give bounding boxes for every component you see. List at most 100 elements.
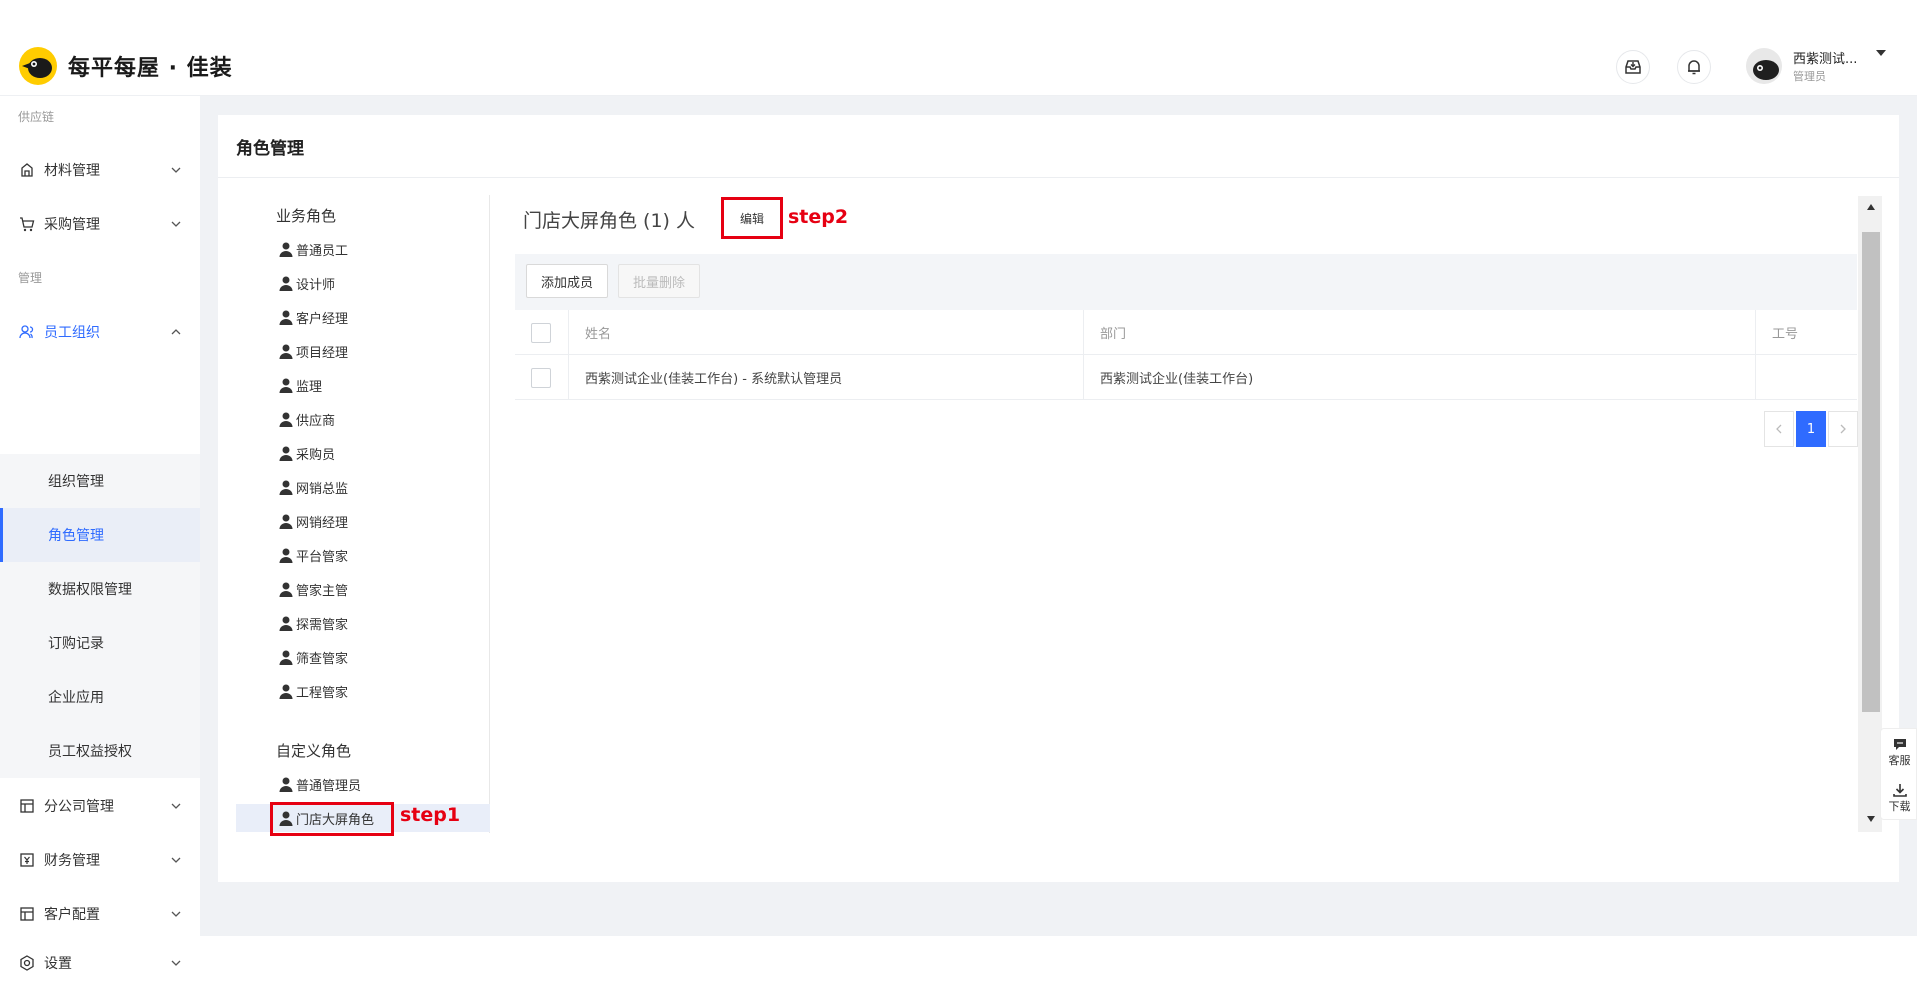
table-header-row: 姓名 部门 工号 [515,310,1857,355]
inbox-icon [1625,60,1641,74]
role-item[interactable]: 采购员 [236,439,490,467]
title-divider [218,177,1899,178]
user-icon [279,378,293,393]
submenu-item-orders[interactable]: 订购记录 [0,616,200,670]
user-icon [279,480,293,495]
chevron-down-icon [171,911,181,917]
submenu-item-benefits[interactable]: 员工权益授权 [0,724,200,778]
top-header: 每平每屋 · 佳装 西紫测试... 管理员 [0,0,1917,96]
role-item[interactable]: 管家主管 [236,575,490,603]
user-icon [279,650,293,665]
role-item[interactable]: 普通管理员 [236,770,490,798]
role-item[interactable]: 网销总监 [236,473,490,501]
sidebar-item-finance[interactable]: 财务管理 [0,834,200,886]
chevron-up-icon [171,329,181,335]
step1-label: step1 [400,804,461,826]
brand-bird-icon [19,47,57,85]
sidebar-group-supply: 供应链 [18,110,55,124]
user-icon [279,344,293,359]
user-icon [279,777,293,792]
role-item[interactable]: 探需管家 [236,609,490,637]
role-item[interactable]: 工程管家 [236,677,490,705]
user-avatar[interactable] [1746,48,1782,84]
role-label: 供应商 [296,413,336,429]
member-table: 姓名 部门 工号 西紫测试企业(佳装工作台) - 系统默认管理员 西紫测试企业(… [515,310,1857,400]
user-icon [279,412,293,427]
layout-icon [18,905,36,923]
sidebar-item-settings[interactable]: 设置 [0,942,200,984]
sidebar-group-manage: 管理 [18,271,43,285]
step1-highlight-box [270,802,394,836]
download-label: 下载 [1888,800,1911,813]
role-item[interactable]: 网销经理 [236,507,490,535]
sidebar-item-branch[interactable]: 分公司管理 [0,780,200,832]
batch-delete-button[interactable]: 批量删除 [618,264,700,298]
user-icon [279,276,293,291]
role-label: 采购员 [296,447,336,463]
chat-bubble-icon [1893,739,1906,750]
user-icon [279,242,293,257]
role-item[interactable]: 普通员工 [236,235,490,263]
download-icon [1892,784,1907,797]
role-item[interactable]: 筛查管家 [236,643,490,671]
sidebar-item-customer[interactable]: 客户配置 [0,888,200,940]
role-item[interactable]: 平台管家 [236,541,490,569]
branch-icon [18,797,36,815]
row-checkbox[interactable] [531,355,551,400]
role-label: 管家主管 [296,583,349,599]
sidebar-item-purchase[interactable]: 采购管理 [0,198,200,250]
user-name[interactable]: 西紫测试... [1793,48,1857,67]
bell-icon [1688,60,1700,75]
column-header-id: 工号 [1772,327,1799,342]
role-label: 筛查管家 [296,651,349,667]
gear-icon [18,954,36,972]
sidebar-item-label: 客户配置 [44,907,100,923]
content-scrollbar-thumb[interactable] [1862,232,1880,712]
role-item[interactable]: 供应商 [236,405,490,433]
notification-button[interactable] [1677,50,1711,84]
submenu-item-apps[interactable]: 企业应用 [0,670,200,724]
select-all-checkbox[interactable] [531,310,551,355]
user-icon [279,514,293,529]
role-label: 设计师 [296,277,336,293]
role-item[interactable]: 项目经理 [236,337,490,365]
step2-label: step2 [788,206,849,228]
sidebar-item-label: 财务管理 [44,853,100,869]
sidebar-item-label: 材料管理 [44,163,100,179]
role-label: 网销总监 [296,481,349,497]
sidebar: 供应链 材料管理 采购管理 管理 员工组织 组织管理 角色管理 数据权限管理 订… [0,96,200,972]
submenu-item-roles[interactable]: 角色管理 [0,508,200,562]
scroll-down-arrow-icon[interactable] [1862,810,1880,828]
role-label: 客户经理 [296,311,349,327]
sidebar-item-staff-org[interactable]: 员工组织 [0,306,200,358]
download-button[interactable]: 下载 [1881,775,1917,821]
chevron-down-icon [171,803,181,809]
customer-service-button[interactable]: 客服 [1881,729,1917,775]
member-toolbar [515,254,1857,310]
table-row: 西紫测试企业(佳装工作台) - 系统默认管理员 西紫测试企业(佳装工作台) [515,355,1857,400]
role-item[interactable]: 设计师 [236,269,490,297]
sidebar-item-label: 员工组织 [44,325,100,341]
custom-roles-heading: 自定义角色 [276,742,352,760]
role-item[interactable]: 客户经理 [236,303,490,331]
add-member-button[interactable]: 添加成员 [526,264,608,298]
role-label: 普通员工 [296,243,349,259]
caret-down-icon[interactable] [1876,50,1886,56]
user-icon [279,446,293,461]
member-dept: 西紫测试企业(佳装工作台) [1100,372,1254,387]
submenu-item-org[interactable]: 组织管理 [0,454,200,508]
sidebar-item-label: 分公司管理 [44,799,114,815]
pager-prev-button[interactable] [1764,411,1794,447]
submenu-item-data-permission[interactable]: 数据权限管理 [0,562,200,616]
role-item[interactable]: 监理 [236,371,490,399]
inbox-button[interactable] [1616,50,1650,84]
brand-logo[interactable]: 每平每屋 · 佳装 [18,46,233,86]
sidebar-item-materials[interactable]: 材料管理 [0,144,200,196]
materials-icon [18,161,36,179]
pager-next-button[interactable] [1828,411,1858,447]
role-label: 探需管家 [296,617,349,633]
scroll-up-arrow-icon[interactable] [1862,198,1880,216]
pager-current-page[interactable]: 1 [1796,411,1826,447]
role-label: 普通管理员 [296,778,362,794]
sidebar-item-label: 采购管理 [44,217,100,233]
